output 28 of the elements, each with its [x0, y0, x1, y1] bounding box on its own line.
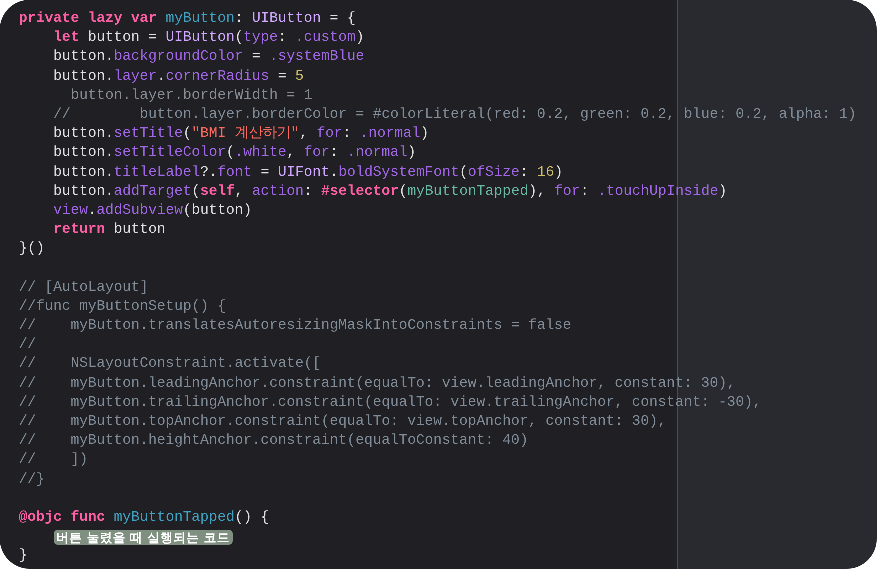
code-line: view.addSubview(button)	[52, 202, 252, 221]
code-comment: // NSLayoutConstraint.activate([	[19, 355, 322, 374]
code-comment: // myButton.topAnchor.constraint(equalTo: view.topAnchor, constant: 30),	[19, 412, 667, 432]
code-comment: // button.layer.borderColor = #colorLiteral(red: 0.2, green: 0.2, blue: 0.2, alpha: 1)	[52, 106, 857, 125]
code-comment: // [AutoLayout]	[19, 278, 149, 298]
code-comment: // ])	[19, 451, 88, 470]
code-line: }	[19, 547, 28, 566]
code-line: button.setTitleColor(.white, for: .normal)	[52, 144, 416, 164]
code-comment: // myButton.heightAnchor.constraint(equalToConstant: 40)	[19, 432, 529, 452]
code-comment: // myButton.translatesAutoresizingMaskIntoConstraints = false	[19, 317, 572, 336]
code-comment: button.layer.borderWidth = 1	[70, 86, 313, 106]
code-line: @objc func myButtonTapped() {	[19, 508, 270, 528]
code-editor[interactable]	[0, 0, 877, 569]
code-line: let button = UIButton(type: .custom)	[52, 29, 364, 48]
code-line: button.backgroundColor = .systemBlue	[52, 48, 364, 68]
code-comment: //func myButtonSetup() {	[19, 298, 226, 317]
code-line: button.titleLabel?.font = UIFont.boldSystemFont(ofSize: 16)	[52, 164, 564, 182]
code-line: button.layer.cornerRadius = 5	[52, 68, 304, 87]
code-comment: // myButton.trailingAnchor.constraint(equalTo: view.trailingAnchor, constant: -30),	[19, 394, 762, 413]
code-line: button.setTitle("BMI 계산하기", for: .normal)	[52, 125, 430, 144]
code-line: return button	[52, 221, 166, 240]
code-line: button.addTarget(self, action: #selector(myButtonTapped), for: .touchUpInside)	[52, 182, 728, 202]
code-placeholder[interactable]: 버튼 눌렸을 때 실행되는 코드	[54, 530, 233, 546]
code-line: private lazy var myButton: UIButton = {	[19, 10, 356, 29]
code-comment: //}	[19, 470, 45, 490]
code-line: }()	[19, 240, 45, 260]
code-comment: //	[19, 336, 36, 356]
code-comment: // myButton.leadingAnchor.constraint(equalTo: view.leadingAnchor, constant: 30),	[19, 374, 736, 394]
